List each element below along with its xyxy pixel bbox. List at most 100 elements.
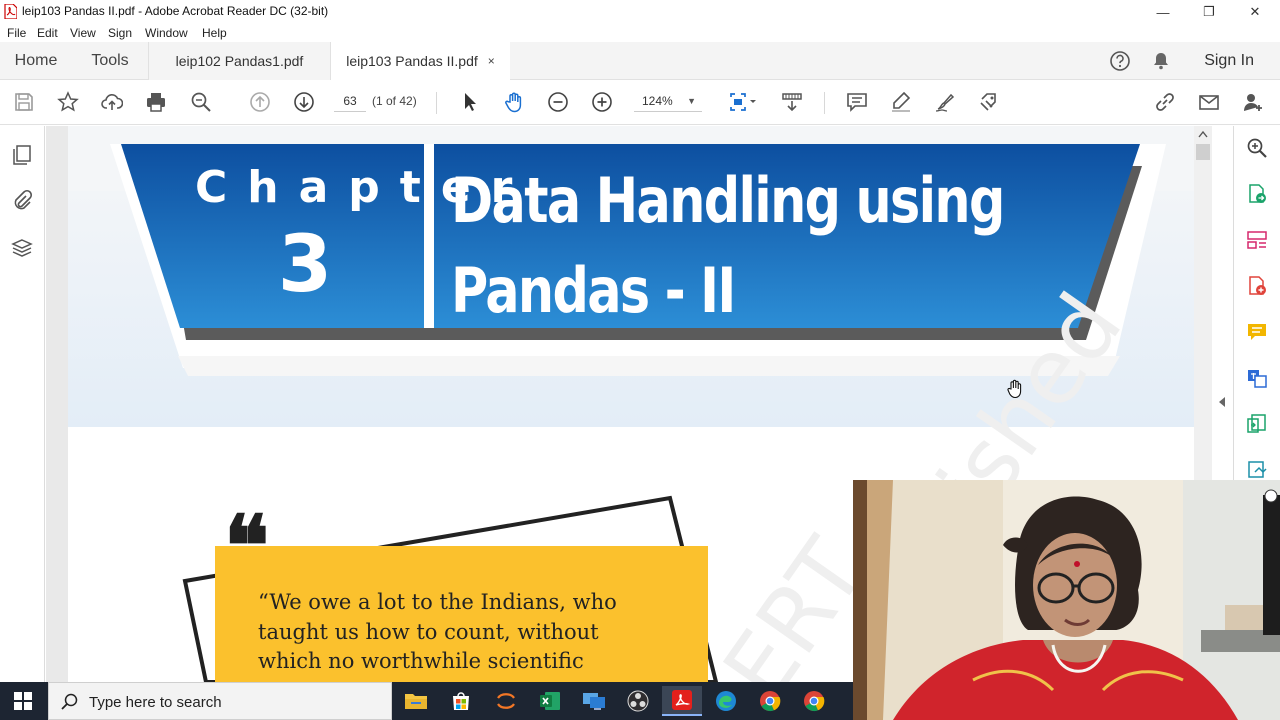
quote-line: taught us how to count, without	[258, 619, 599, 644]
taskbar-excel[interactable]	[530, 686, 570, 716]
zoom-panel-button[interactable]	[1244, 135, 1270, 161]
sign-in-button[interactable]: Sign In	[1204, 52, 1254, 70]
create-pdf-icon	[1249, 276, 1266, 295]
zoom-out-button[interactable]	[545, 89, 571, 115]
menu-file[interactable]: File	[7, 26, 26, 40]
zoom-level-select[interactable]: 124% ▼	[634, 90, 702, 112]
page-down-icon	[294, 92, 314, 112]
taskbar-file-explorer[interactable]	[396, 686, 436, 716]
acrobat-icon	[672, 690, 692, 710]
taskbar-remote-desktop[interactable]	[574, 686, 614, 716]
help-icon[interactable]	[1109, 50, 1131, 72]
zoom-in-button[interactable]	[589, 89, 615, 115]
page-number-input[interactable]: 63	[334, 90, 366, 112]
taskbar-store[interactable]	[441, 686, 481, 716]
webcam-presenter-image	[853, 480, 1280, 720]
webcam-overlay	[853, 480, 1280, 720]
hand-cursor-icon	[1007, 379, 1022, 399]
menu-view[interactable]: View	[70, 26, 96, 40]
upload-icon	[101, 94, 123, 110]
scroll-mode-button[interactable]	[779, 89, 805, 115]
taskbar-search-box[interactable]: Type here to search	[48, 682, 392, 720]
share-link-button[interactable]	[1152, 89, 1178, 115]
print-icon	[147, 93, 165, 112]
zoom-search-icon	[191, 92, 211, 112]
page-count-label: (1 of 42)	[372, 94, 417, 108]
print-button[interactable]	[143, 89, 169, 115]
menu-sign[interactable]: Sign	[108, 26, 132, 40]
chapter-number: 3	[277, 220, 333, 310]
select-tool-button[interactable]	[457, 89, 483, 115]
menu-bar: File Edit View Sign Window Help	[0, 24, 1280, 42]
tab-document-pandas1[interactable]: leip102 Pandas1.pdf	[148, 42, 330, 80]
attachments-button[interactable]	[9, 187, 35, 213]
link-icon	[1156, 93, 1174, 111]
acrobat-app-icon	[4, 4, 17, 19]
zoom-out-icon	[548, 92, 568, 112]
highlight-icon	[892, 91, 911, 112]
taskbar-edge[interactable]	[706, 686, 746, 716]
taskbar-obs[interactable]	[618, 686, 658, 716]
next-page-button[interactable]	[291, 89, 317, 115]
translate-button[interactable]	[1244, 365, 1270, 391]
highlight-button[interactable]	[888, 89, 914, 115]
layers-icon	[11, 239, 33, 257]
taskbar-search-placeholder: Type here to search	[89, 694, 222, 711]
previous-page-button[interactable]	[247, 89, 273, 115]
collapse-right-pane-icon[interactable]	[1218, 396, 1226, 408]
jupyter-icon	[497, 693, 515, 709]
fit-page-button[interactable]	[725, 89, 761, 115]
tab-home[interactable]: Home	[0, 42, 72, 80]
save-icon	[15, 93, 33, 111]
add-user-button[interactable]	[1240, 89, 1266, 115]
taskbar-chrome-2[interactable]	[794, 686, 834, 716]
notification-bell-icon[interactable]	[1151, 51, 1171, 71]
tab-document-label: leip103 Pandas II.pdf	[346, 53, 478, 69]
tab-tools[interactable]: Tools	[72, 42, 148, 80]
quote-line: which no worthwhile scientific	[258, 649, 584, 673]
windows-taskbar: Type here to search	[0, 682, 853, 720]
search-zoom-button[interactable]	[188, 89, 214, 115]
scroll-up-arrow-icon[interactable]	[1198, 130, 1208, 138]
toolbar-separator	[436, 92, 437, 114]
email-button[interactable]	[1196, 89, 1222, 115]
menu-edit[interactable]: Edit	[37, 26, 58, 40]
menu-window[interactable]: Window	[145, 26, 188, 40]
draw-button[interactable]	[932, 89, 958, 115]
upload-button[interactable]	[99, 89, 125, 115]
taskbar-chrome-1[interactable]	[750, 686, 790, 716]
stamp-button[interactable]	[976, 89, 1002, 115]
toolbar-separator	[824, 92, 825, 114]
taskbar-jupyter[interactable]	[486, 686, 526, 716]
windows-start-icon[interactable]	[14, 692, 32, 710]
comment-panel-button[interactable]	[1244, 319, 1270, 345]
toolbar: 63 (1 of 42) 124% ▼	[0, 80, 1280, 125]
zoom-panel-icon	[1247, 138, 1267, 158]
draw-icon	[935, 93, 955, 112]
mail-icon	[1199, 95, 1219, 110]
comment-button[interactable]	[844, 89, 870, 115]
scrollbar-thumb[interactable]	[1196, 144, 1210, 160]
organize-pages-button[interactable]	[1244, 227, 1270, 253]
compress-button[interactable]	[1244, 411, 1270, 437]
tab-document-pandas2[interactable]: leip103 Pandas II.pdf ×	[330, 42, 510, 81]
close-window-button[interactable]: ✕	[1232, 0, 1278, 24]
obs-icon	[627, 690, 649, 712]
comment-panel-icon	[1248, 324, 1266, 340]
hand-tool-button[interactable]	[501, 89, 527, 115]
page-thumbnails-button[interactable]	[9, 142, 35, 168]
chrome-icon	[760, 691, 781, 712]
maximize-button[interactable]: ❐	[1186, 0, 1232, 24]
create-pdf-button[interactable]	[1244, 273, 1270, 299]
pages-icon	[13, 145, 31, 165]
zoom-level-value: 124%	[642, 94, 673, 108]
layers-button[interactable]	[9, 235, 35, 261]
menu-help[interactable]: Help	[202, 26, 227, 40]
save-button[interactable]	[11, 89, 37, 115]
minimize-button[interactable]: —	[1140, 0, 1186, 24]
export-pdf-button[interactable]	[1244, 181, 1270, 207]
close-tab-icon[interactable]: ×	[488, 54, 495, 68]
bookmark-star-button[interactable]	[55, 89, 81, 115]
taskbar-acrobat[interactable]	[662, 686, 702, 716]
page-up-icon	[250, 92, 270, 112]
